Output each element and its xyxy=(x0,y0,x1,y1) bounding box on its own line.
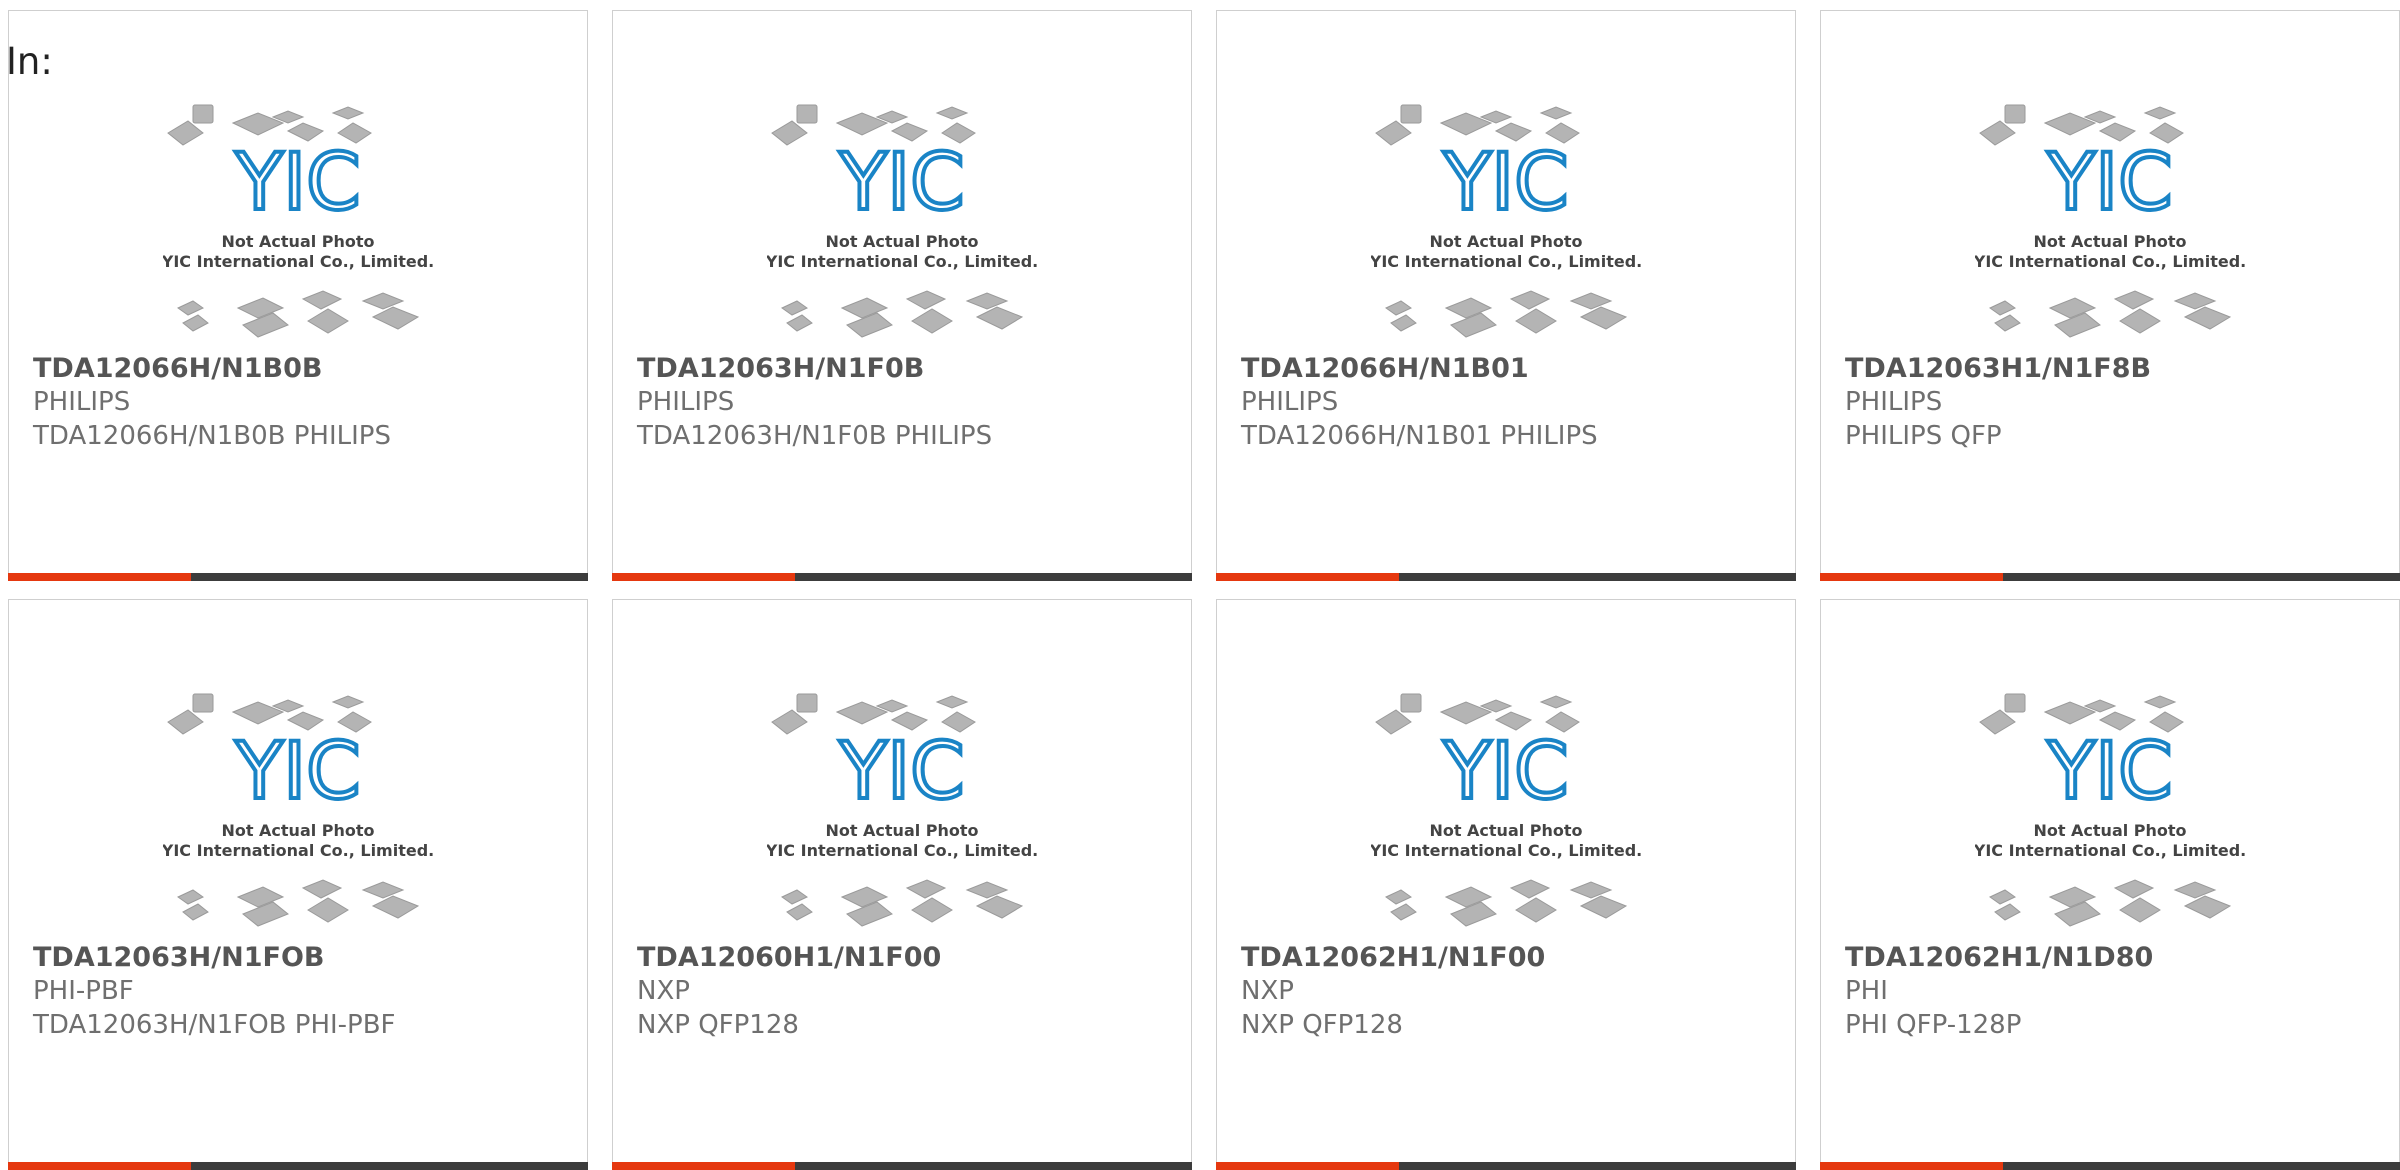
svg-text:YIC: YIC xyxy=(2046,727,2172,817)
svg-text:Not Actual Photo: Not Actual Photo xyxy=(825,232,978,251)
manufacturer: PHI xyxy=(1845,976,1888,1006)
product-photo-placeholder: YIC Not Actual Photo YIC International C… xyxy=(1217,103,1795,353)
description: TDA12063H/N1FOB PHI-PBF xyxy=(33,1010,396,1040)
svg-text:YIC: YIC xyxy=(234,727,360,817)
svg-text:Not Actual Photo: Not Actual Photo xyxy=(2033,821,2186,840)
manufacturer: NXP xyxy=(637,976,690,1006)
chip-photo-icon: YIC Not Actual Photo YIC International C… xyxy=(163,104,433,338)
svg-text:YIC: YIC xyxy=(234,138,360,228)
card-accent-bar xyxy=(1216,1162,1796,1170)
product-photo-placeholder: YIC Not Actual Photo YIC International C… xyxy=(1821,692,2399,942)
manufacturer: PHILIPS xyxy=(33,387,131,417)
description: TDA12066H/N1B01 PHILIPS xyxy=(1241,421,1598,451)
svg-text:YIC International Co., Limited: YIC International Co., Limited. xyxy=(767,252,1037,271)
svg-text:Not Actual Photo: Not Actual Photo xyxy=(1429,232,1582,251)
chip-photo-icon: YIC Not Actual Photo YIC International C… xyxy=(1371,104,1641,338)
svg-text:YIC International Co., Limited: YIC International Co., Limited. xyxy=(767,841,1037,860)
manufacturer: PHI-PBF xyxy=(33,976,134,1006)
svg-text:YIC: YIC xyxy=(1442,138,1568,228)
svg-text:Not Actual Photo: Not Actual Photo xyxy=(1429,821,1582,840)
svg-text:YIC: YIC xyxy=(1442,727,1568,817)
description: TDA12063H/N1F0B PHILIPS xyxy=(637,421,993,451)
manufacturer: PHILIPS xyxy=(1845,387,1943,417)
svg-text:Not Actual Photo: Not Actual Photo xyxy=(221,821,374,840)
svg-text:YIC International Co., Limited: YIC International Co., Limited. xyxy=(163,841,433,860)
description: NXP QFP128 xyxy=(637,1010,799,1040)
card-accent-bar xyxy=(1820,573,2400,581)
product-photo-placeholder: YIC Not Actual Photo YIC International C… xyxy=(613,692,1191,942)
svg-text:YIC International Co., Limited: YIC International Co., Limited. xyxy=(1371,252,1641,271)
svg-text:YIC: YIC xyxy=(2046,138,2172,228)
chip-photo-icon: YIC Not Actual Photo YIC International C… xyxy=(767,693,1037,927)
svg-text:YIC International Co., Limited: YIC International Co., Limited. xyxy=(1975,841,2245,860)
manufacturer: PHILIPS xyxy=(1241,387,1339,417)
product-card[interactable]: YIC Not Actual Photo YIC International C… xyxy=(1216,10,1796,581)
part-number-link[interactable]: TDA12062H1/N1D80 xyxy=(1845,942,2153,973)
description: NXP QFP128 xyxy=(1241,1010,1403,1040)
description: TDA12066H/N1B0B PHILIPS xyxy=(33,421,391,451)
product-card[interactable]: YIC Not Actual Photo YIC International C… xyxy=(8,599,588,1170)
svg-text:YIC: YIC xyxy=(838,138,964,228)
svg-text:YIC International Co., Limited: YIC International Co., Limited. xyxy=(1975,252,2245,271)
part-number-link[interactable]: TDA12066H/N1B01 xyxy=(1241,353,1529,384)
svg-text:YIC International Co., Limited: YIC International Co., Limited. xyxy=(163,252,433,271)
chip-photo-icon: YIC Not Actual Photo YIC International C… xyxy=(1371,693,1641,927)
chip-photo-icon: YIC Not Actual Photo YIC International C… xyxy=(767,104,1037,338)
card-accent-bar xyxy=(8,573,588,581)
chip-photo-icon: YIC Not Actual Photo YIC International C… xyxy=(1975,693,2245,927)
product-photo-placeholder: YIC Not Actual Photo YIC International C… xyxy=(9,692,587,942)
manufacturer: NXP xyxy=(1241,976,1294,1006)
product-card[interactable]: YIC Not Actual Photo YIC International C… xyxy=(1820,10,2400,581)
card-accent-bar xyxy=(1216,573,1796,581)
manufacturer: PHILIPS xyxy=(637,387,735,417)
svg-text:Not Actual Photo: Not Actual Photo xyxy=(825,821,978,840)
product-card[interactable]: YIC Not Actual Photo YIC International C… xyxy=(612,599,1192,1170)
card-accent-bar xyxy=(8,1162,588,1170)
card-accent-bar xyxy=(1820,1162,2400,1170)
card-accent-bar xyxy=(612,1162,1192,1170)
part-number-link[interactable]: TDA12063H/N1F0B xyxy=(637,353,924,384)
card-accent-bar xyxy=(612,573,1192,581)
description: PHILIPS QFP xyxy=(1845,421,2002,451)
part-number-link[interactable]: TDA12063H/N1FOB xyxy=(33,942,324,973)
part-number-link[interactable]: TDA12066H/N1B0B xyxy=(33,353,322,384)
prefix-label: In: xyxy=(6,40,53,83)
chip-photo-icon: YIC Not Actual Photo YIC International C… xyxy=(163,693,433,927)
svg-text:YIC: YIC xyxy=(838,727,964,817)
part-number-link[interactable]: TDA12062H1/N1F00 xyxy=(1241,942,1545,973)
product-photo-placeholder: YIC Not Actual Photo YIC International C… xyxy=(1217,692,1795,942)
svg-text:Not Actual Photo: Not Actual Photo xyxy=(2033,232,2186,251)
part-number-link[interactable]: TDA12060H1/N1F00 xyxy=(637,942,941,973)
part-number-link[interactable]: TDA12063H1/N1F8B xyxy=(1845,353,2151,384)
svg-text:Not Actual Photo: Not Actual Photo xyxy=(221,232,374,251)
product-card[interactable]: YIC Not Actual Photo YIC International C… xyxy=(8,10,588,581)
product-card[interactable]: YIC Not Actual Photo YIC International C… xyxy=(1820,599,2400,1170)
svg-text:YIC International Co., Limited: YIC International Co., Limited. xyxy=(1371,841,1641,860)
description: PHI QFP-128P xyxy=(1845,1010,2022,1040)
product-photo-placeholder: YIC Not Actual Photo YIC International C… xyxy=(1821,103,2399,353)
product-photo-placeholder: YIC Not Actual Photo YIC International C… xyxy=(9,103,587,353)
chip-photo-icon: YIC Not Actual Photo YIC International C… xyxy=(1975,104,2245,338)
product-card[interactable]: YIC Not Actual Photo YIC International C… xyxy=(612,10,1192,581)
product-card[interactable]: YIC Not Actual Photo YIC International C… xyxy=(1216,599,1796,1170)
product-photo-placeholder: YIC Not Actual Photo YIC International C… xyxy=(613,103,1191,353)
